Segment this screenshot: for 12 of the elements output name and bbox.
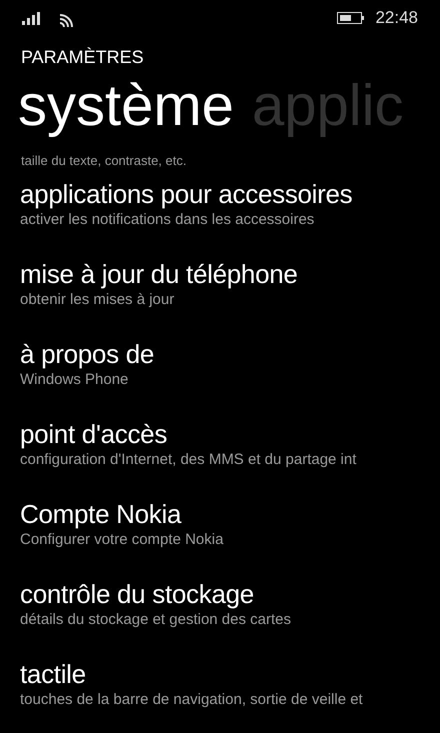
settings-item[interactable]: à propos de Windows Phone [0, 333, 440, 413]
settings-item[interactable]: applications pour accessoires activer les notifications dans les accessoires [0, 173, 440, 253]
clock-time: 22:48 [375, 7, 418, 30]
app-title: PARAMÈTRES [21, 47, 144, 67]
settings-item[interactable]: contrôle du stockage détails du stockage et gestion des cartes [0, 573, 440, 653]
pivot-tab[interactable]: système [18, 71, 234, 141]
item-subtitle: taille du texte, contraste, etc. [21, 153, 186, 168]
battery-icon [337, 12, 366, 24]
settings-item[interactable]: Compte Nokia Configurer votre compte Nokia [0, 493, 440, 573]
settings-item[interactable]: mise à jour du téléphone obtenir les mises à jour [0, 253, 440, 333]
settings-item[interactable]: point d'accès configuration d'Internet, des MMS et du partage int [0, 413, 440, 493]
settings-item[interactable]: tactile touches de la barre de navigation, sortie de veille et [0, 653, 440, 733]
